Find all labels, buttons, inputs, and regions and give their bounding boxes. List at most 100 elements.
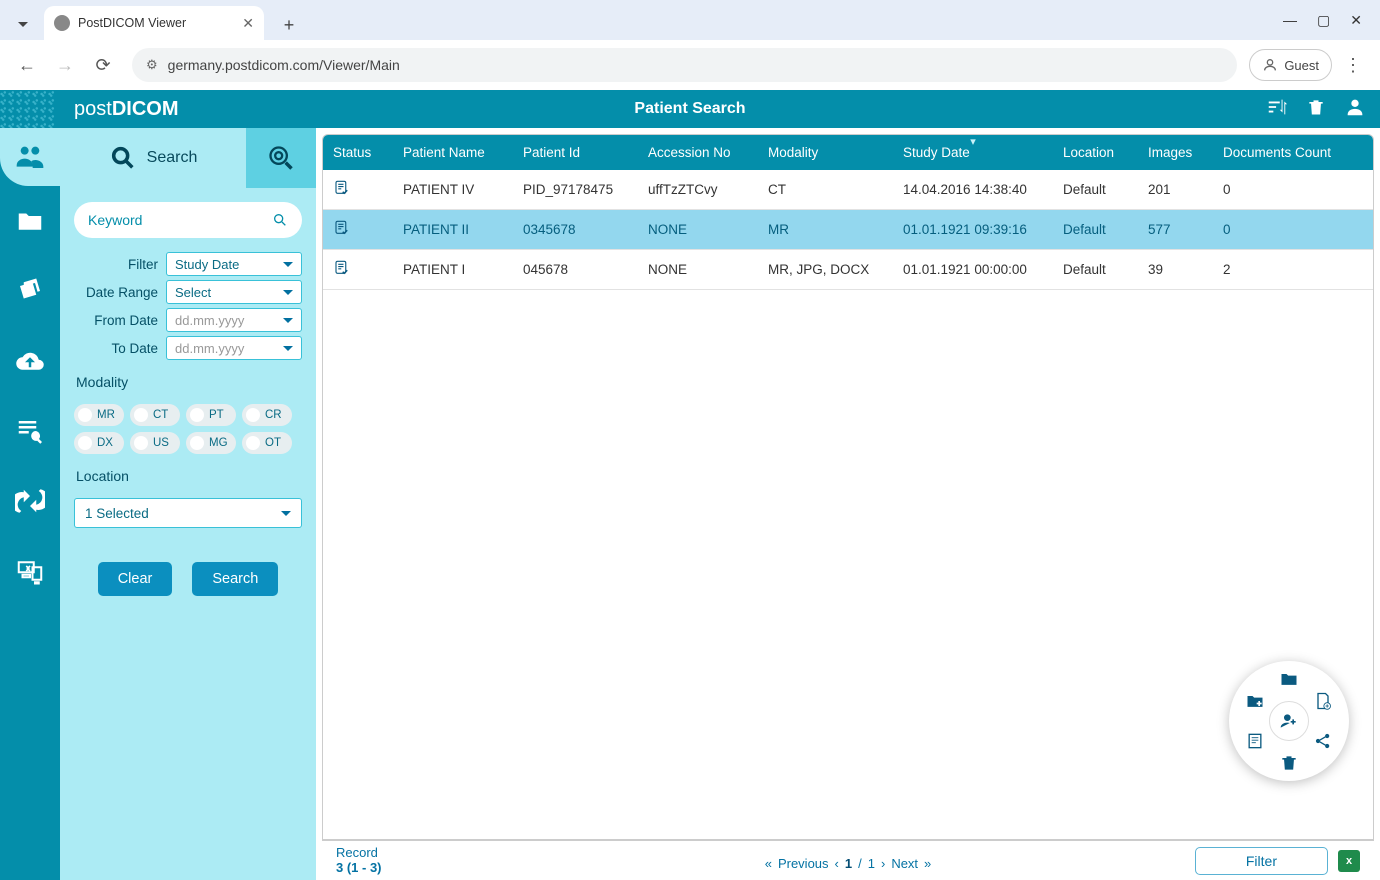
pager-last-icon[interactable]: » <box>924 856 931 871</box>
modality-chip-ot[interactable]: OT <box>242 432 292 454</box>
col-status[interactable]: Status <box>323 135 393 170</box>
radial-add-folder-icon[interactable] <box>1243 689 1267 713</box>
page-title: Patient Search <box>634 100 745 118</box>
nav-item-upload[interactable] <box>0 326 60 396</box>
keyword-input[interactable] <box>88 212 272 228</box>
close-window-icon[interactable]: ✕ <box>1350 12 1362 29</box>
forward-button[interactable]: → <box>48 48 82 82</box>
cell-accession: NONE <box>638 250 758 290</box>
filter-button[interactable]: Filter <box>1195 847 1328 875</box>
location-select[interactable]: 1 Selected <box>74 498 302 528</box>
table-row[interactable]: PATIENT I 045678 NONE MR, JPG, DOCX 01.0… <box>323 250 1373 290</box>
cell-location: Default <box>1053 210 1138 250</box>
maximize-icon[interactable]: ▢ <box>1317 12 1330 29</box>
logo[interactable]: postDICOM <box>74 98 178 121</box>
filter-select[interactable]: Study Date <box>166 252 302 276</box>
cell-images: 577 <box>1138 210 1213 250</box>
radial-share-icon[interactable] <box>1311 729 1335 753</box>
pager-prev[interactable]: Previous <box>778 856 829 871</box>
tab-search[interactable]: Search <box>60 128 246 188</box>
radial-report-icon[interactable] <box>1243 729 1267 753</box>
to-date-input[interactable]: dd.mm.yyyy <box>166 336 302 360</box>
browser-menu-button[interactable]: ⋮ <box>1336 48 1370 82</box>
nav-item-folder[interactable] <box>0 186 60 256</box>
col-location[interactable]: Location <box>1053 135 1138 170</box>
nav-item-list-search[interactable] <box>0 396 60 466</box>
clear-button[interactable]: Clear <box>98 562 173 596</box>
cell-images: 39 <box>1138 250 1213 290</box>
reload-button[interactable]: ⟳ <box>86 48 120 82</box>
radial-add-user-icon[interactable] <box>1269 701 1309 741</box>
radial-delete-icon[interactable] <box>1277 751 1301 775</box>
modality-chip-dx[interactable]: DX <box>74 432 124 454</box>
url-bar[interactable]: ⚙ germany.postdicom.com/Viewer/Main <box>132 48 1237 82</box>
nav-item-devices[interactable] <box>0 536 60 606</box>
cell-status <box>323 250 393 290</box>
modality-chip-mg[interactable]: MG <box>186 432 236 454</box>
cell-modality: MR, JPG, DOCX <box>758 250 893 290</box>
profile-chip[interactable]: Guest <box>1249 49 1332 81</box>
cell-patient-id: 0345678 <box>513 210 638 250</box>
modality-chip-mr[interactable]: MR <box>74 404 124 426</box>
table-header-row: Status Patient Name Patient Id Accession… <box>323 135 1373 170</box>
modality-chip-pt[interactable]: PT <box>186 404 236 426</box>
radial-action-menu <box>1229 661 1349 781</box>
table-row[interactable]: PATIENT II 0345678 NONE MR 01.01.1921 09… <box>323 210 1373 250</box>
cell-documents: 0 <box>1213 170 1373 210</box>
sort-icon[interactable] <box>1266 96 1288 123</box>
cell-modality: MR <box>758 210 893 250</box>
pager-first-icon[interactable]: « <box>765 856 772 871</box>
col-documents[interactable]: Documents Count <box>1213 135 1373 170</box>
col-patient-id[interactable]: Patient Id <box>513 135 638 170</box>
nav-item-sync[interactable] <box>0 466 60 536</box>
pager-next-icon[interactable]: › <box>881 856 885 871</box>
search-icon[interactable] <box>272 212 288 228</box>
browser-tab[interactable]: PostDICOM Viewer ✕ <box>44 6 264 40</box>
date-range-select[interactable]: Select <box>166 280 302 304</box>
nav-item-cards[interactable] <box>0 256 60 326</box>
pager-prev-icon[interactable]: ‹ <box>835 856 839 871</box>
export-excel-icon[interactable]: x <box>1338 850 1360 872</box>
tab-list-dropdown[interactable] <box>8 10 38 40</box>
from-date-input[interactable]: dd.mm.yyyy <box>166 308 302 332</box>
date-range-label: Date Range <box>74 285 166 300</box>
cell-location: Default <box>1053 250 1138 290</box>
site-settings-icon[interactable]: ⚙ <box>146 57 158 73</box>
minimize-icon[interactable]: — <box>1283 12 1297 29</box>
modality-chip-ct[interactable]: CT <box>130 404 180 426</box>
radial-folder-icon[interactable] <box>1277 667 1301 691</box>
col-accession[interactable]: Accession No <box>638 135 758 170</box>
url-text: germany.postdicom.com/Viewer/Main <box>168 57 400 73</box>
cell-study-date: 14.04.2016 14:38:40 <box>893 170 1053 210</box>
close-tab-icon[interactable]: ✕ <box>242 15 254 32</box>
modality-title: Modality <box>74 374 302 390</box>
keyword-input-wrapper[interactable] <box>74 202 302 238</box>
logo-pattern <box>0 90 55 128</box>
radial-add-doc-icon[interactable] <box>1311 689 1335 713</box>
person-icon <box>1262 57 1278 73</box>
back-button[interactable]: ← <box>10 48 44 82</box>
new-tab-button[interactable]: + <box>274 10 304 40</box>
cell-study-date: 01.01.1921 09:39:16 <box>893 210 1053 250</box>
pager-current: 1 <box>845 856 852 871</box>
tab-advanced-search[interactable] <box>246 128 316 188</box>
col-patient-name[interactable]: Patient Name <box>393 135 513 170</box>
results-table: Status Patient Name Patient Id Accession… <box>323 135 1373 290</box>
trash-icon[interactable] <box>1306 97 1326 122</box>
tab-title: PostDICOM Viewer <box>78 16 186 30</box>
pager-total: 1 <box>868 856 875 871</box>
cell-patient-name: PATIENT IV <box>393 170 513 210</box>
modality-chip-cr[interactable]: CR <box>242 404 292 426</box>
cell-patient-id: PID_97178475 <box>513 170 638 210</box>
search-button[interactable]: Search <box>192 562 278 596</box>
cell-images: 201 <box>1138 170 1213 210</box>
modality-chip-us[interactable]: US <box>130 432 180 454</box>
col-study-date[interactable]: Study Date <box>893 135 1053 170</box>
col-images[interactable]: Images <box>1138 135 1213 170</box>
col-modality[interactable]: Modality <box>758 135 893 170</box>
location-title: Location <box>74 468 302 484</box>
nav-item-patients[interactable] <box>0 128 60 186</box>
pager-next[interactable]: Next <box>891 856 918 871</box>
user-icon[interactable] <box>1344 96 1366 123</box>
table-row[interactable]: PATIENT IV PID_97178475 uffTzZTCvy CT 14… <box>323 170 1373 210</box>
